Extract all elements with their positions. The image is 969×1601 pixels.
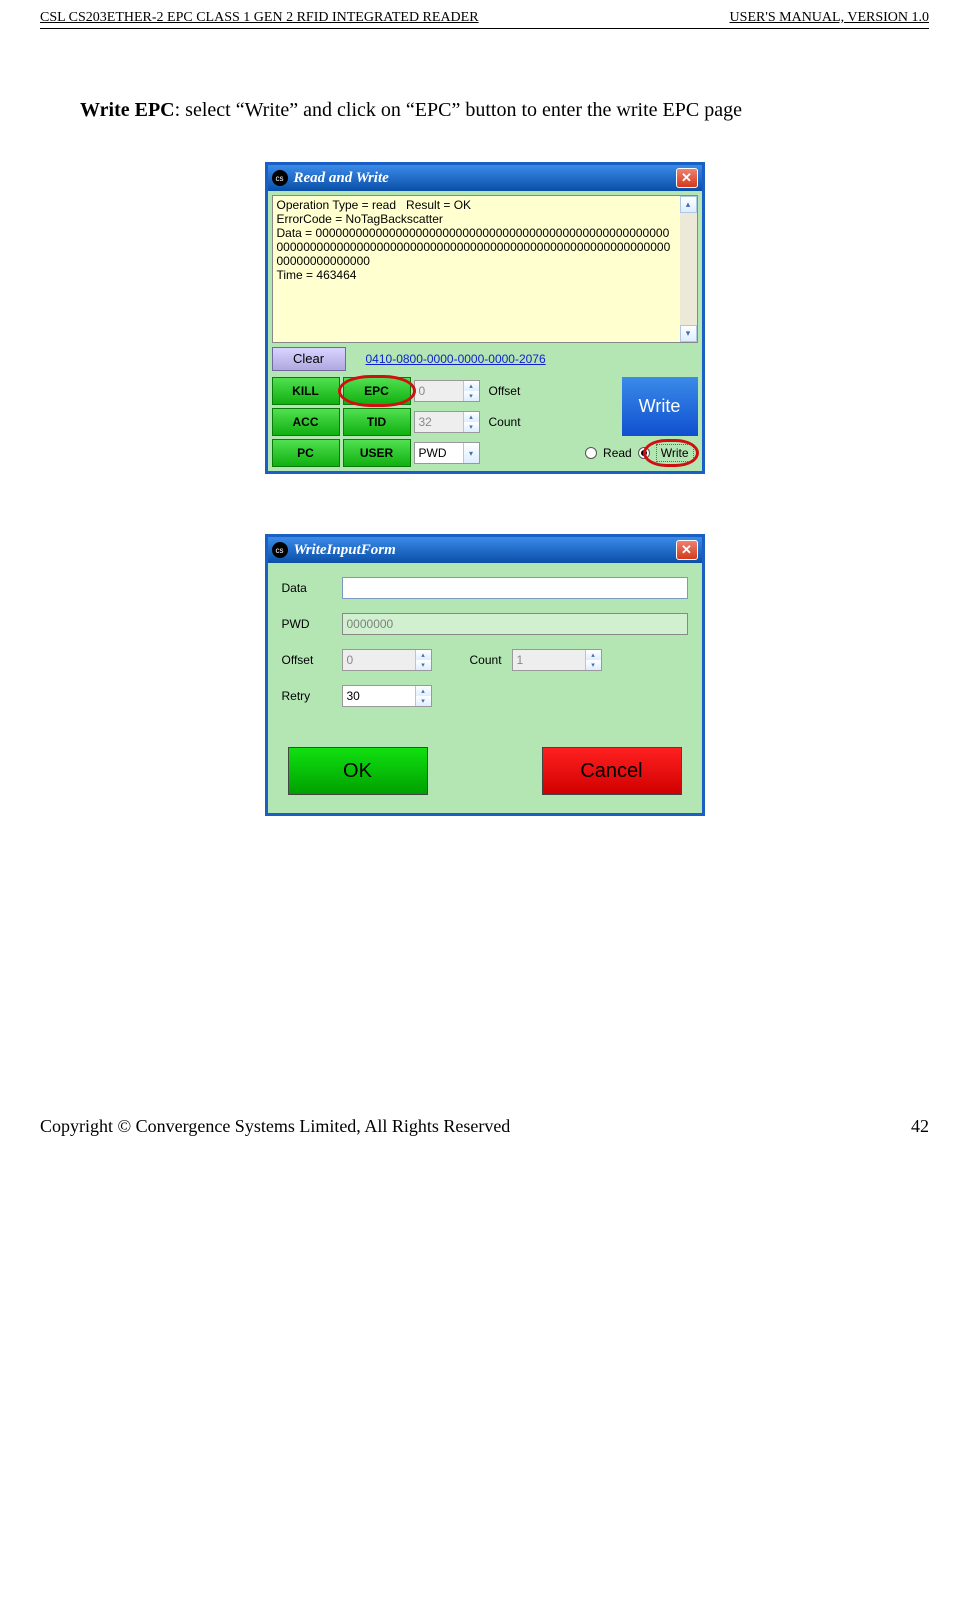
read-radio-label: Read [603,446,632,460]
pc-button[interactable]: PC [272,439,340,467]
read-write-window: cs Read and Write ✕ Operation Type = rea… [265,162,705,474]
scroll-up-icon[interactable]: ▴ [680,196,697,213]
window-title: WriteInputForm [294,542,396,559]
ok-button[interactable]: OK [288,747,428,795]
log-textarea[interactable]: Operation Type = read Result = OK ErrorC… [272,195,698,343]
write-radio-label: Write [656,444,694,462]
cancel-button[interactable]: Cancel [542,747,682,795]
header-left: CSL CS203ETHER-2 EPC CLASS 1 GEN 2 RFID … [40,10,479,26]
window-title: Read and Write [294,170,389,187]
spin-down-icon[interactable]: ▾ [415,696,431,706]
spin-up-icon[interactable]: ▴ [415,650,431,660]
instruction-text: Write EPC: select “Write” and click on “… [80,99,929,122]
spin-down-icon[interactable]: ▾ [415,660,431,670]
chevron-down-icon[interactable]: ▾ [463,443,479,463]
page-number: 42 [911,1116,929,1137]
retry-label: Retry [282,689,332,703]
data-input[interactable] [342,577,688,599]
data-label: Data [282,581,332,595]
titlebar[interactable]: cs WriteInputForm ✕ [268,537,702,563]
write-input-window: cs WriteInputForm ✕ Data PWD Offset ▴▾ C… [265,534,705,816]
scrollbar[interactable]: ▴ ▾ [680,196,697,342]
close-icon[interactable]: ✕ [676,540,698,560]
kill-button[interactable]: KILL [272,377,340,405]
count-label: Count [470,653,502,667]
spin-up-icon[interactable]: ▴ [585,650,601,660]
write-radio[interactable] [638,447,650,459]
log-content: Operation Type = read Result = OK ErrorC… [277,198,693,282]
read-radio[interactable] [585,447,597,459]
app-icon: cs [272,542,288,558]
tid-button[interactable]: TID [343,408,411,436]
clear-button[interactable]: Clear [272,347,346,371]
close-icon[interactable]: ✕ [676,168,698,188]
offset-input: ▴▾ [342,649,432,671]
user-button[interactable]: USER [343,439,411,467]
offset-label: Offset [483,377,619,405]
scroll-down-icon[interactable]: ▾ [680,325,697,342]
spin-up-icon[interactable]: ▴ [463,412,479,422]
header-right: USER'S MANUAL, VERSION 1.0 [730,10,929,26]
offset-label: Offset [282,653,332,667]
pwd-input [342,613,688,635]
count-input[interactable]: ▴▾ [414,411,480,433]
offset-input[interactable]: ▴▾ [414,380,480,402]
epc-link[interactable]: 0410-0800-0000-0000-0000-2076 [366,352,546,366]
spin-up-icon[interactable]: ▴ [463,381,479,391]
footer-copyright: Copyright © Convergence Systems Limited,… [40,1116,510,1137]
acc-button[interactable]: ACC [272,408,340,436]
epc-button[interactable]: EPC [343,377,411,405]
pwd-select[interactable]: PWD▾ [414,442,480,464]
spin-down-icon[interactable]: ▾ [463,391,479,401]
app-icon: cs [272,170,288,186]
spin-down-icon[interactable]: ▾ [585,660,601,670]
spin-up-icon[interactable]: ▴ [415,686,431,696]
write-button[interactable]: Write [622,377,698,436]
spin-down-icon[interactable]: ▾ [463,422,479,432]
retry-input[interactable]: ▴▾ [342,685,432,707]
titlebar[interactable]: cs Read and Write ✕ [268,165,702,191]
count-label: Count [483,408,619,436]
count-input: ▴▾ [512,649,602,671]
pwd-label: PWD [282,617,332,631]
